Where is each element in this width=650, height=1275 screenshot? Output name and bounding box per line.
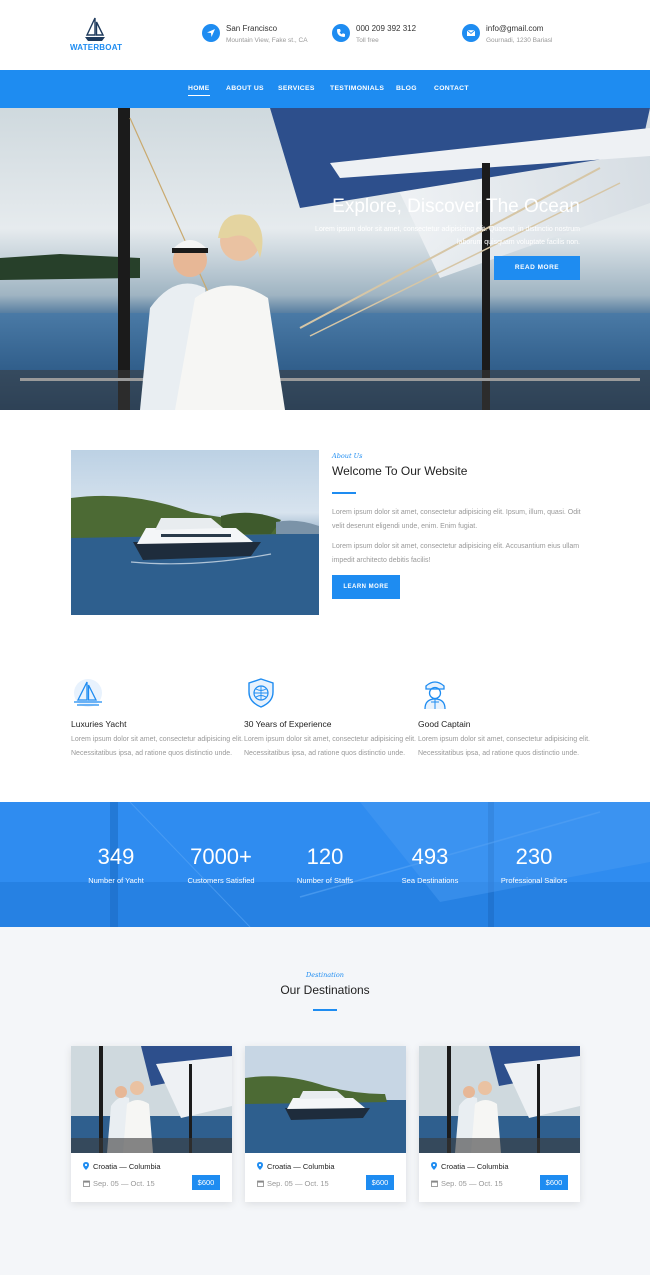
destinations-title: Our Destinations <box>280 983 370 997</box>
stat-value: 230 <box>515 844 553 869</box>
stat-value: 120 <box>306 844 344 869</box>
shield-icon <box>248 678 274 708</box>
feature-text: Lorem ipsum dolor sit amet, consectetur … <box>244 736 416 757</box>
stat-yacht: 349 Number of Yacht <box>56 844 176 885</box>
feature-text: Lorem ipsum dolor sit amet, consectetur … <box>71 736 243 757</box>
nav-home[interactable]: HOME <box>188 85 210 96</box>
feature-title: 30 Years of Experience <box>244 719 332 729</box>
calendar-icon <box>257 1180 264 1187</box>
price-badge: $600 <box>192 1175 220 1190</box>
sailboat-icon <box>74 679 102 707</box>
learn-more-button[interactable]: LEARN MORE <box>332 575 400 599</box>
main-nav: HOME ABOUT US SERVICES TESTIMONIALS BLOG… <box>0 70 650 108</box>
destination-card[interactable]: Croatia — Columbia Sep. 05 — Oct. 15 $60… <box>71 1046 232 1202</box>
about-title-underline <box>332 492 356 494</box>
destination-image <box>71 1046 232 1153</box>
destination-dates-text: Sep. 05 — Oct. 15 <box>441 1179 503 1188</box>
stat-label: Number of Yacht <box>88 876 144 885</box>
envelope-icon <box>462 24 480 42</box>
stat-value: 7000+ <box>190 844 252 869</box>
destination-location: Croatia — Columbia <box>257 1162 335 1171</box>
destination-location: Croatia — Columbia <box>431 1162 509 1171</box>
contact-email-title: info@gmail.com <box>486 24 544 33</box>
destination-card[interactable]: Croatia — Columbia Sep. 05 — Oct. 15 $60… <box>419 1046 580 1202</box>
destination-location-text: Croatia — Columbia <box>441 1162 509 1171</box>
stat-customers: 7000+ Customers Satisfied <box>161 844 281 885</box>
logo[interactable]: WATERBOAT <box>70 16 130 58</box>
contact-email: info@gmail.com Gournadi, 1230 Bariasl <box>462 22 592 48</box>
yacht-photo-icon <box>71 495 319 615</box>
calendar-icon <box>83 1180 90 1187</box>
nav-blog[interactable]: BLOG <box>396 85 417 92</box>
stat-staffs: 120 Number of Staffs <box>265 844 385 885</box>
read-more-button[interactable]: READ MORE <box>494 256 580 280</box>
calendar-icon <box>431 1180 438 1187</box>
about-paragraph-2: Lorem ipsum dolor sit amet, consectetur … <box>332 543 580 564</box>
map-pin-icon <box>431 1162 437 1170</box>
feature-title: Good Captain <box>418 719 471 729</box>
map-pin-icon <box>257 1162 263 1170</box>
sailing-couple-thumb-icon <box>71 1046 232 1153</box>
yacht-thumb-icon <box>245 1046 406 1153</box>
hero-text: Lorem ipsum dolor sit amet, consectetur … <box>315 226 580 246</box>
destination-dates: Sep. 05 — Oct. 15 <box>431 1179 503 1188</box>
stat-destinations: 493 Sea Destinations <box>370 844 490 885</box>
phone-icon <box>332 24 350 42</box>
about-yacht-image <box>71 450 319 615</box>
price-badge: $600 <box>366 1175 394 1190</box>
destination-dates: Sep. 05 — Oct. 15 <box>83 1179 155 1188</box>
contact-email-subtitle: Gournadi, 1230 Bariasl <box>486 37 553 44</box>
destination-dates-text: Sep. 05 — Oct. 15 <box>93 1179 155 1188</box>
about-kicker: About Us <box>332 452 363 460</box>
contact-phone-subtitle: Toll free <box>356 37 379 44</box>
sailboat-logo-icon <box>85 17 105 41</box>
logo-text: WATERBOAT <box>70 43 123 52</box>
stats-band: 349 Number of Yacht 7000+ Customers Sati… <box>0 802 650 927</box>
stat-label: Sea Destinations <box>401 876 459 885</box>
destination-dates-text: Sep. 05 — Oct. 15 <box>267 1179 329 1188</box>
destinations-kicker: Destination <box>306 971 344 979</box>
contact-location-subtitle: Mountain View, Fake st., CA <box>226 37 308 44</box>
price-badge: $600 <box>540 1175 568 1190</box>
destination-location: Croatia — Columbia <box>83 1162 161 1171</box>
destination-location-text: Croatia — Columbia <box>267 1162 335 1171</box>
top-header: WATERBOAT San Francisco Mountain View, F… <box>0 0 650 70</box>
stat-value: 349 <box>97 844 135 869</box>
contact-location-title: San Francisco <box>226 24 278 33</box>
destination-card[interactable]: Croatia — Columbia Sep. 05 — Oct. 15 $60… <box>245 1046 406 1202</box>
hero-title: Explore, Discover The Ocean <box>332 196 580 217</box>
stat-label: Professional Sailors <box>500 876 568 885</box>
destinations-section: Destination Our Destinations Croatia — C… <box>0 927 650 1275</box>
destination-image <box>245 1046 406 1153</box>
about-title: Welcome To Our Website <box>332 464 468 478</box>
nav-about-us[interactable]: ABOUT US <box>226 85 264 92</box>
stat-sailors: 230 Professional Sailors <box>474 844 594 885</box>
contact-location: San Francisco Mountain View, Fake st., C… <box>202 22 332 48</box>
map-pin-icon <box>83 1162 89 1170</box>
stat-value: 493 <box>411 844 449 869</box>
destinations-title-underline <box>313 1009 337 1011</box>
stat-label: Number of Staffs <box>296 876 354 885</box>
nav-contact[interactable]: CONTACT <box>434 85 469 92</box>
stat-label: Customers Satisfied <box>187 876 255 885</box>
nav-testimonials[interactable]: TESTIMONIALS <box>330 85 384 92</box>
feature-title: Luxuries Yacht <box>71 719 127 729</box>
destination-dates: Sep. 05 — Oct. 15 <box>257 1179 329 1188</box>
location-arrow-icon <box>202 24 220 42</box>
destination-image <box>419 1046 580 1153</box>
destination-location-text: Croatia — Columbia <box>93 1162 161 1171</box>
captain-icon <box>424 681 446 710</box>
sailing-couple-thumb-icon <box>419 1046 580 1153</box>
contact-phone-title: 000 209 392 312 <box>356 24 417 33</box>
nav-services[interactable]: SERVICES <box>278 85 315 92</box>
about-paragraph-1: Lorem ipsum dolor sit amet, consectetur … <box>332 509 581 530</box>
feature-text: Lorem ipsum dolor sit amet, consectetur … <box>418 736 590 757</box>
contact-phone: 000 209 392 312 Toll free <box>332 22 452 48</box>
